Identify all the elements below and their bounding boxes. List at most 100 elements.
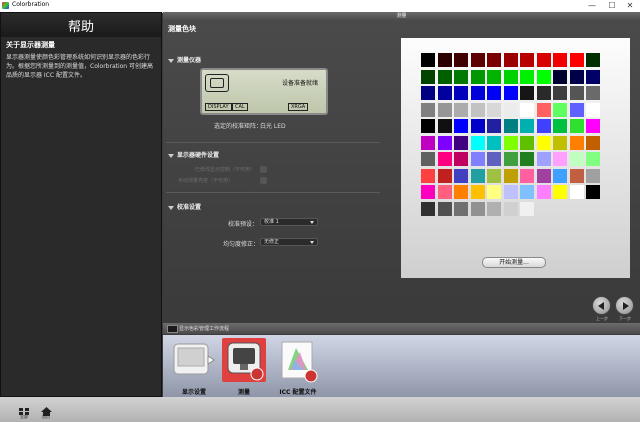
- maximize-button[interactable]: ☐: [602, 0, 622, 12]
- color-patch: [536, 102, 551, 117]
- color-patch: [421, 119, 435, 133]
- color-patch: [536, 168, 551, 183]
- color-patch: [586, 168, 600, 183]
- previous-step-button[interactable]: [592, 296, 611, 315]
- color-patch: [437, 168, 452, 183]
- lcd-xrga-button[interactable]: XRGA: [288, 103, 309, 111]
- lcd-cal-button[interactable]: CAL: [232, 103, 248, 111]
- workflow-step-icc-profile[interactable]: [276, 340, 320, 384]
- section-hardware[interactable]: 显示器硬件设置: [168, 150, 219, 159]
- color-patch: [470, 86, 485, 100]
- color-patch: [421, 69, 435, 84]
- color-patch: [503, 102, 518, 117]
- expand-triangle-icon: [168, 205, 174, 210]
- calib-preset-select[interactable]: 校准 1: [260, 218, 318, 226]
- color-patch: [569, 102, 584, 117]
- close-button[interactable]: ✕: [620, 0, 640, 12]
- color-patch: [586, 135, 600, 150]
- hardware-option-2-checkbox[interactable]: [260, 177, 267, 184]
- color-patch: [536, 135, 551, 150]
- color-patch: [470, 119, 485, 133]
- expand-triangle-icon: [168, 153, 174, 158]
- color-patch: [503, 185, 518, 199]
- color-patch-grid: [421, 53, 601, 233]
- uniformity-select[interactable]: 无修正: [260, 238, 318, 246]
- step-label-measure: 测量: [237, 389, 250, 396]
- page-button[interactable]: [40, 402, 53, 416]
- instrument-lcd-display: 设备准备就绪 DISPLAY CAL XRGA: [200, 68, 328, 115]
- color-patch: [520, 185, 534, 199]
- page-label: 首页: [42, 414, 50, 419]
- color-patch: [569, 185, 584, 199]
- minimize-button[interactable]: —: [582, 0, 602, 12]
- color-patch: [487, 185, 501, 199]
- color-patch: [536, 53, 551, 67]
- next-step-button[interactable]: [615, 296, 634, 315]
- device-status: 设备准备就绪: [281, 80, 318, 87]
- calibration-matrix-label: 选定的校准矩阵：: [214, 123, 263, 130]
- color-patch: [503, 152, 518, 166]
- workflow-step-measure[interactable]: [222, 338, 266, 382]
- color-patch: [503, 201, 518, 216]
- color-patch: [503, 86, 518, 100]
- calibration-matrix-value: 白光 LED: [260, 123, 286, 130]
- lcd-display-button[interactable]: DISPLAY: [205, 103, 232, 111]
- color-patch: [454, 185, 468, 199]
- color-patch: [454, 102, 468, 117]
- uniformity-value: 无修正: [264, 239, 280, 245]
- section-calibration[interactable]: 校准设置: [168, 202, 201, 211]
- color-patch: [454, 53, 468, 67]
- color-patch: [437, 86, 452, 100]
- divider: [166, 192, 380, 193]
- color-patch: [487, 53, 501, 67]
- color-patch: [520, 119, 534, 133]
- color-patch: [454, 135, 468, 150]
- color-patch: [421, 53, 435, 67]
- section-instrument[interactable]: 测量仪器: [168, 55, 201, 64]
- start-measure-button[interactable]: 开始测量...: [482, 257, 546, 268]
- help-body-text: 显示器测量使颜色彩管理系统如何识别显示器的色彩行为。根据您所测量到的测量值，Co…: [6, 54, 154, 79]
- color-patch: [470, 152, 485, 166]
- color-patch: [470, 135, 485, 150]
- color-patch: [454, 168, 468, 183]
- home-label: 全部: [20, 414, 28, 419]
- color-patch: [553, 86, 567, 100]
- home-button[interactable]: [18, 402, 31, 415]
- workflow-step-display-settings[interactable]: [172, 340, 216, 384]
- color-patch: [520, 86, 534, 100]
- color-patch: [586, 152, 600, 166]
- color-patch: [454, 201, 468, 216]
- color-patch: [421, 102, 435, 117]
- color-patch: [536, 86, 551, 100]
- chevron-down-icon: [310, 241, 314, 244]
- color-patch: [437, 201, 452, 216]
- color-patch: [569, 119, 584, 133]
- color-patch: [421, 135, 435, 150]
- color-patch: [487, 86, 501, 100]
- color-patch: [536, 185, 551, 199]
- color-patch: [470, 168, 485, 183]
- color-patch: [503, 168, 518, 183]
- color-patch: [421, 86, 435, 100]
- color-patch: [487, 152, 501, 166]
- color-patch: [536, 69, 551, 84]
- color-patch: [520, 102, 534, 117]
- color-patch: [569, 69, 584, 84]
- color-patch: [586, 119, 600, 133]
- color-patch: [437, 152, 452, 166]
- hardware-option-1-checkbox[interactable]: [260, 166, 267, 173]
- color-patch: [421, 201, 435, 216]
- color-patch: [470, 185, 485, 199]
- color-patch: [503, 119, 518, 133]
- color-patch: [520, 168, 534, 183]
- color-patch: [569, 168, 584, 183]
- color-patch: [553, 185, 567, 199]
- color-patch: [421, 168, 435, 183]
- icc-profile-icon: [281, 341, 318, 383]
- color-patch: [569, 53, 584, 67]
- color-patch: [503, 135, 518, 150]
- color-patch: [553, 135, 567, 150]
- color-patch: [569, 152, 584, 166]
- color-patch: [470, 53, 485, 67]
- window-title: Colorbration: [12, 1, 50, 8]
